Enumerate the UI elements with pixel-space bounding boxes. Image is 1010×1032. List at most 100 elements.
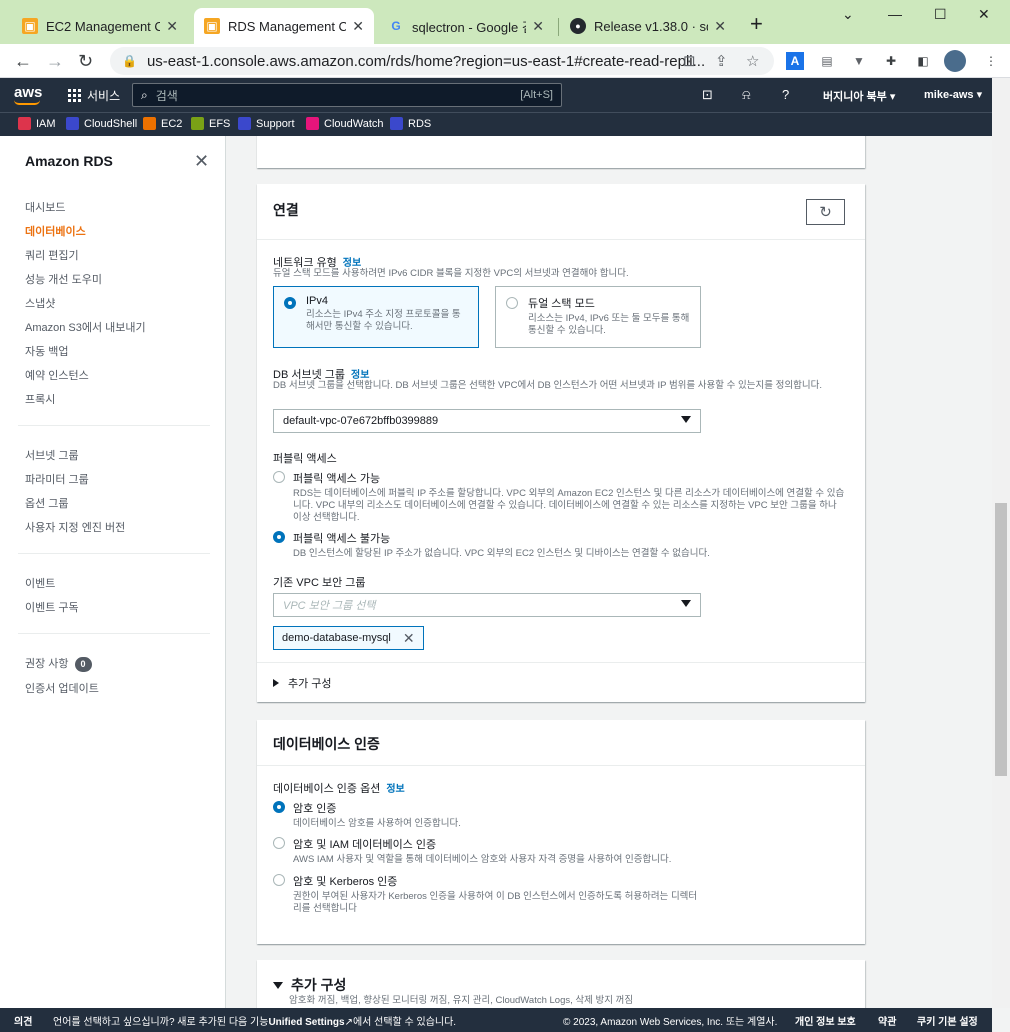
privacy-link[interactable]: 개인 정보 보호 xyxy=(795,1013,856,1028)
public-access-no-option[interactable]: 퍼블릭 액세스 불가능 DB 인스턴스에 할당된 IP 주소가 없습니다. VP… xyxy=(273,530,848,560)
remove-token-icon[interactable]: ✕ xyxy=(403,630,415,647)
favorite-ec2[interactable]: EC2 xyxy=(143,117,182,130)
sidebar-item-recommendations[interactable]: 권장 사항 0 xyxy=(25,655,92,672)
chevron-down-icon xyxy=(681,600,691,607)
token-label: demo-database-mysql xyxy=(282,632,391,644)
favorite-rds[interactable]: RDS xyxy=(390,117,431,130)
divider xyxy=(257,662,865,663)
vue-extension-icon[interactable]: ▼ xyxy=(850,52,868,70)
network-type-ipv4-tile[interactable]: IPv4 리소스는 IPv4 주소 지정 프로토콜을 통해서만 통신할 수 있습… xyxy=(273,286,479,348)
additional-config-expander[interactable]: 추가 구성 xyxy=(273,675,332,691)
unified-settings-link[interactable]: Unified Settings xyxy=(268,1017,344,1028)
sidebar-item-databases[interactable]: 데이터베이스 xyxy=(25,223,86,239)
help-icon[interactable]: ? xyxy=(782,87,789,102)
auth-password-radio[interactable] xyxy=(273,801,285,813)
dual-stack-radio[interactable] xyxy=(506,297,518,309)
public-access-yes-radio[interactable] xyxy=(273,471,285,483)
translate-extension-icon[interactable]: A xyxy=(786,52,804,70)
tab-search-icon[interactable]: ⌄ xyxy=(842,6,854,23)
auth-kerberos-option[interactable]: 암호 및 Kerberos 인증 권한이 부여된 사용자가 Kerberos 인… xyxy=(273,873,703,915)
new-tab-icon[interactable]: + xyxy=(750,13,763,35)
close-tab-icon[interactable]: ✕ xyxy=(532,18,544,35)
auth-iam-radio[interactable] xyxy=(273,837,285,849)
auth-kerberos-radio[interactable] xyxy=(273,874,285,886)
info-link[interactable]: 정보 xyxy=(386,784,404,795)
close-tab-icon[interactable]: ✕ xyxy=(714,18,726,35)
auth-iam-option[interactable]: 암호 및 IAM 데이터베이스 인증 AWS IAM 사용자 및 역할을 통해 … xyxy=(273,836,848,866)
aws-smile-icon xyxy=(14,100,40,105)
close-icon[interactable]: ✕ xyxy=(194,151,209,172)
browser-tab-google[interactable]: G sqlectron - Google 검 ✕ xyxy=(378,8,554,44)
search-shortcut: [Alt+S] xyxy=(520,89,553,101)
services-label: 서비스 xyxy=(87,89,121,103)
close-window-icon[interactable]: ✕ xyxy=(978,6,990,23)
security-group-select[interactable]: VPC 보안 그룹 선택 xyxy=(273,593,701,617)
sidebar-item-reserved-instances[interactable]: 예약 인스턴스 xyxy=(25,367,89,383)
favorite-cloudwatch[interactable]: CloudWatch xyxy=(306,117,384,130)
console-footer: 의견 언어를 선택하고 싶으십니까? 새로 추가된 다음 기능Unified S… xyxy=(0,1008,992,1032)
aws-logo[interactable]: aws xyxy=(14,84,42,105)
minimize-icon[interactable]: — xyxy=(888,6,902,22)
services-menu[interactable]: 서비스 xyxy=(68,87,120,104)
public-access-yes-option[interactable]: 퍼블릭 액세스 가능 RDS는 데이터베이스에 퍼블릭 IP 주소를 할당합니다… xyxy=(273,470,848,524)
favorite-support[interactable]: Support xyxy=(238,117,295,130)
google-lens-icon[interactable]: ⊡ xyxy=(683,52,696,70)
scrollbar-thumb[interactable] xyxy=(995,503,1007,776)
sidebar-item-automated-backups[interactable]: 자동 백업 xyxy=(25,343,69,359)
sidebar-item-s3-exports[interactable]: Amazon S3에서 내보내기 xyxy=(25,319,146,335)
extensions-puzzle-icon[interactable]: ✚ xyxy=(882,52,900,70)
menu-icon[interactable]: ⋮ xyxy=(982,52,1000,70)
sidebar-item-performance-insights[interactable]: 성능 개선 도우미 xyxy=(25,271,102,287)
address-bar[interactable]: 🔒 us-east-1.console.aws.amazon.com/rds/h… xyxy=(110,47,774,75)
subnet-group-select[interactable]: default-vpc-07e672bffb0399889 xyxy=(273,409,701,433)
sidebar-item-certificate-update[interactable]: 인증서 업데이트 xyxy=(25,680,99,696)
profile-avatar[interactable] xyxy=(944,50,966,72)
favorite-iam[interactable]: IAM xyxy=(18,117,56,130)
connectivity-card: 연결 ↻ 네트워크 유형 정보 듀얼 스택 모드를 사용하려면 IPv6 CIDR… xyxy=(257,184,865,702)
sidebar-item-query-editor[interactable]: 쿼리 편집기 xyxy=(25,247,79,263)
close-tab-icon[interactable]: ✕ xyxy=(166,18,178,35)
sidebar-item-option-groups[interactable]: 옵션 그룹 xyxy=(25,495,69,511)
refresh-button[interactable]: ↻ xyxy=(806,199,845,225)
close-tab-icon[interactable]: ✕ xyxy=(352,18,364,35)
auth-password-option[interactable]: 암호 인증 데이터베이스 암호를 사용하여 인증합니다. xyxy=(273,800,848,830)
page-scrollbar[interactable] xyxy=(992,78,1010,1008)
region-selector[interactable]: 버지니아 북부 ▾ xyxy=(823,88,895,104)
browser-tab-rds[interactable]: ▣ RDS Management Co ✕ xyxy=(194,8,374,44)
public-access-no-radio[interactable] xyxy=(273,531,285,543)
share-icon[interactable]: ⇪ xyxy=(715,52,728,70)
sidebar-item-parameter-groups[interactable]: 파라미터 그룹 xyxy=(25,471,89,487)
sidebar-item-events[interactable]: 이벤트 xyxy=(25,575,55,591)
sidebar-item-proxies[interactable]: 프록시 xyxy=(25,391,55,407)
back-icon[interactable]: ← xyxy=(14,50,32,72)
chevron-down-icon xyxy=(681,416,691,423)
notifications-bell-icon[interactable]: ⍾ xyxy=(742,87,751,103)
side-panel-icon[interactable]: ◧ xyxy=(914,52,932,70)
additional-config-title: 추가 구성 xyxy=(291,977,347,993)
browser-tab-ec2[interactable]: ▣ EC2 Management Co ✕ xyxy=(12,8,188,44)
bookmark-star-icon[interactable]: ☆ xyxy=(746,52,759,70)
sidebar-item-subnet-groups[interactable]: 서브넷 그룹 xyxy=(25,447,79,463)
extension-icon[interactable]: ▤ xyxy=(818,52,836,70)
reload-icon[interactable]: ↻ xyxy=(78,50,93,72)
maximize-icon[interactable]: ☐ xyxy=(934,6,947,23)
browser-tab-github[interactable]: ● Release v1.38.0 · sqle ✕ xyxy=(560,8,736,44)
sidebar-item-snapshots[interactable]: 스냅샷 xyxy=(25,295,55,311)
option-title: 퍼블릭 액세스 불가능 xyxy=(293,533,391,545)
network-type-dual-stack-tile[interactable]: 듀얼 스택 모드 리소스는 IPv4, IPv6 또는 둘 모두를 통해 통신할… xyxy=(495,286,701,348)
console-search-input[interactable]: ⌕ 검색 [Alt+S] xyxy=(132,83,562,107)
url-text: us-east-1.console.aws.amazon.com/rds/hom… xyxy=(146,52,706,70)
ipv4-radio[interactable] xyxy=(284,297,296,309)
sidebar-item-custom-engine-versions[interactable]: 사용자 지정 엔진 버전 xyxy=(25,519,125,535)
sidebar-item-dashboard[interactable]: 대시보드 xyxy=(25,199,65,215)
favorite-efs[interactable]: EFS xyxy=(191,117,230,130)
terms-link[interactable]: 약관 xyxy=(878,1013,896,1028)
cloudshell-icon[interactable]: ⊡ xyxy=(702,87,713,103)
account-menu[interactable]: mike-aws ▾ xyxy=(924,88,982,101)
sidebar-item-event-subscriptions[interactable]: 이벤트 구독 xyxy=(25,599,79,615)
forward-icon[interactable]: → xyxy=(46,50,64,72)
feedback-link[interactable]: 의견 xyxy=(14,1013,32,1028)
additional-config-toggle[interactable]: 추가 구성 xyxy=(273,975,346,995)
favorite-cloudshell[interactable]: CloudShell xyxy=(66,117,137,130)
cookie-preferences-link[interactable]: 쿠키 기본 설정 xyxy=(917,1013,978,1028)
